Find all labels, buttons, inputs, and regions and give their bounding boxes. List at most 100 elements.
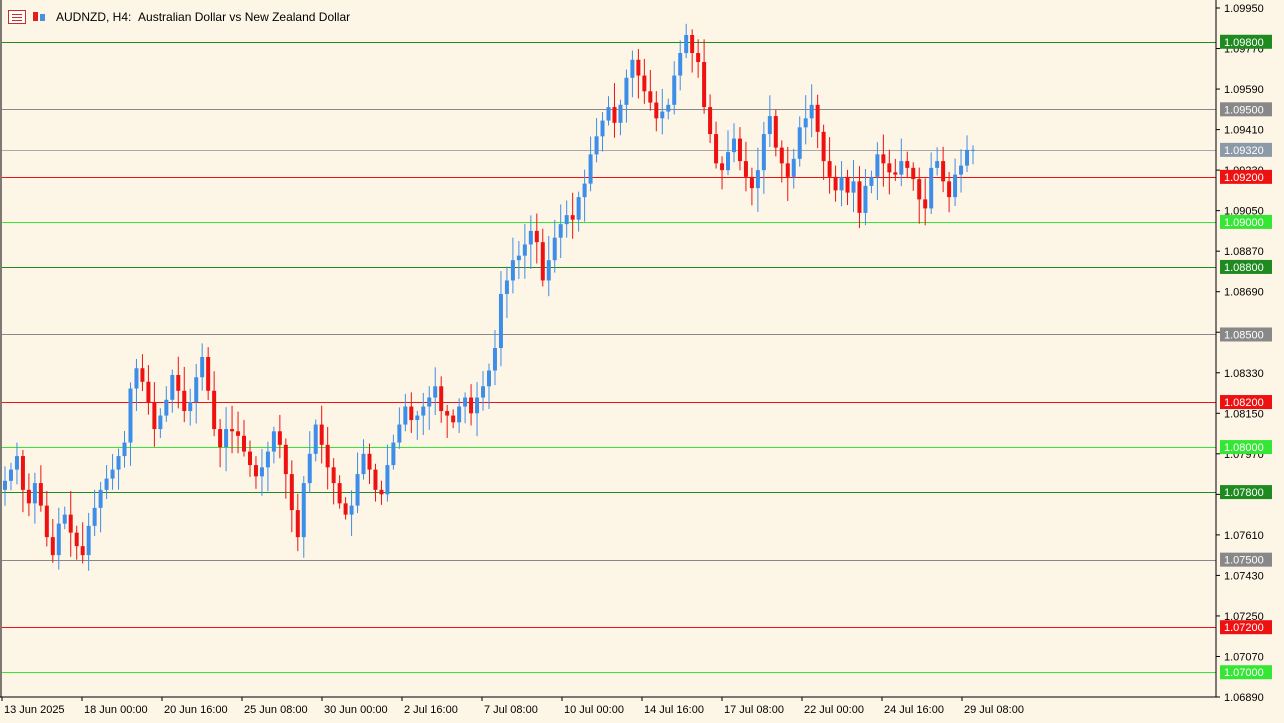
candle-body-95	[570, 215, 575, 220]
candle-body-42	[253, 465, 258, 477]
candle-body-120	[720, 163, 725, 171]
candle-body-131	[785, 163, 790, 177]
level-tag-label-10: 1.07500	[1224, 555, 1264, 567]
candle-body-74	[445, 411, 450, 416]
level-tag-label-5: 1.08800	[1224, 262, 1264, 274]
candle-body-146	[875, 154, 880, 177]
candle-body-59	[355, 474, 360, 506]
price-tick-label-9: 1.08330	[1224, 368, 1264, 380]
candle-body-31	[188, 402, 193, 412]
price-tick-label-14: 1.07430	[1224, 570, 1264, 582]
candle-body-140	[839, 176, 844, 191]
candle-body-133	[797, 127, 802, 159]
price-tick-label-2: 1.09590	[1224, 84, 1264, 96]
candle-body-115	[690, 35, 695, 54]
level-tag-label-1: 1.09500	[1224, 104, 1264, 116]
candle-body-112	[672, 75, 677, 105]
candle-body-155	[929, 167, 934, 209]
candle-body-162	[971, 149, 975, 151]
candle-body-37	[224, 429, 229, 448]
candle-body-68	[409, 406, 414, 421]
candle-body-71	[427, 397, 432, 407]
symbol-description: Australian Dollar vs New Zealand Dollar	[138, 10, 351, 24]
candle-body-92	[552, 237, 557, 261]
candle-body-129	[773, 116, 778, 148]
candle-body-159	[953, 174, 958, 198]
candle-body-109	[654, 102, 659, 119]
chart-canvas[interactable]: 1.099501.097701.095901.094101.092301.090…	[0, 0, 1284, 723]
chart-title: AUDNZD, H4: Australian Dollar vs New Zea…	[56, 10, 351, 24]
time-tick-label-8: 14 Jul 16:00	[644, 704, 704, 716]
price-tick-label-3: 1.09410	[1224, 125, 1264, 137]
level-tag-label-7: 1.08200	[1224, 397, 1264, 409]
price-chart[interactable]: 1.099501.097701.095901.094101.092301.090…	[0, 0, 1284, 723]
candle-body-39	[236, 431, 241, 436]
symbol-label: AUDNZD	[56, 10, 106, 24]
candle-body-151	[905, 161, 910, 168]
candle-body-62	[373, 469, 378, 490]
candle-body-127	[761, 134, 766, 171]
candle-body-143	[857, 181, 862, 213]
time-tick-label-6: 7 Jul 08:00	[484, 704, 538, 716]
candle-body-25	[152, 402, 157, 430]
candle-body-80	[481, 386, 486, 398]
candlestick-icon[interactable]	[30, 10, 48, 24]
candle-body-124	[743, 161, 748, 177]
candle-body-64	[385, 465, 390, 495]
candle-body-45	[271, 431, 276, 452]
candle-body-160	[959, 165, 964, 175]
candle-body-91	[546, 260, 551, 281]
price-tick-label-10: 1.08150	[1224, 408, 1264, 420]
candle-body-147	[881, 154, 886, 164]
candle-body-53	[319, 424, 324, 445]
candle-body-111	[666, 104, 671, 112]
candle-body-28	[170, 375, 175, 400]
level-tag-label-4: 1.09000	[1224, 217, 1264, 229]
candle-body-125	[749, 176, 754, 189]
candle-body-29	[176, 375, 181, 391]
candle-body-110	[660, 111, 665, 119]
candle-body-102	[612, 107, 617, 123]
candle-body-65	[391, 442, 396, 466]
candle-body-34	[206, 357, 211, 391]
candle-body-118	[708, 107, 713, 135]
candle-body-60	[361, 453, 366, 475]
time-tick-label-10: 22 Jul 00:00	[804, 704, 864, 716]
candle-body-145	[869, 176, 874, 186]
candle-body-152	[911, 167, 916, 180]
candle-body-10	[62, 514, 67, 524]
price-tick-label-13: 1.07610	[1224, 530, 1264, 542]
level-tag-label-0: 1.09800	[1224, 37, 1264, 49]
candle-body-108	[648, 91, 653, 103]
candle-body-137	[821, 131, 826, 162]
candle-body-12	[74, 532, 79, 547]
level-tag-label-2: 1.09320	[1224, 145, 1264, 157]
chart-header: AUDNZD, H4: Australian Dollar vs New Zea…	[8, 8, 350, 26]
candle-body-135	[809, 104, 814, 119]
candle-body-55	[331, 467, 336, 484]
candle-body-107	[642, 75, 647, 92]
candle-body-67	[403, 406, 408, 425]
candle-body-61	[367, 453, 372, 470]
candle-body-119	[714, 134, 719, 164]
candle-body-116	[696, 53, 701, 63]
candle-body-17	[104, 478, 109, 490]
candle-body-54	[325, 444, 330, 468]
price-tick-label-0: 1.09950	[1224, 3, 1264, 15]
candle-body-105	[630, 59, 635, 78]
candle-body-144	[863, 185, 868, 213]
time-tick-label-1: 18 Jun 00:00	[84, 704, 148, 716]
candle-body-0	[3, 480, 7, 490]
candle-body-154	[923, 199, 928, 209]
time-tick-label-11: 24 Jul 16:00	[884, 704, 944, 716]
level-tag-label-12: 1.07000	[1224, 667, 1264, 679]
candle-body-9	[56, 523, 61, 556]
candle-body-104	[624, 77, 629, 105]
candle-body-90	[540, 242, 545, 281]
candle-body-134	[803, 118, 808, 128]
chart-menu-icon[interactable]	[8, 10, 26, 24]
candle-body-132	[791, 158, 796, 177]
candle-body-58	[349, 505, 354, 515]
level-tag-label-8: 1.08000	[1224, 442, 1264, 454]
candle-body-50	[301, 483, 306, 538]
